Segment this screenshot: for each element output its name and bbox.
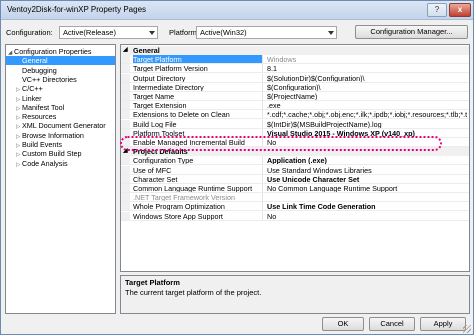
- property-row[interactable]: Use of MFC Use Standard Windows Libraries: [121, 165, 469, 175]
- property-row[interactable]: .NET Target Framework Version: [121, 193, 469, 203]
- resize-grip-icon[interactable]: [463, 325, 471, 333]
- tree-item[interactable]: VC++ Directories: [6, 75, 77, 84]
- chevron-down-icon: [149, 31, 155, 35]
- tree-item-label: Manifest Tool: [22, 102, 65, 112]
- dialog-buttons: OK Cancel Apply: [1, 315, 473, 335]
- ok-button[interactable]: OK: [322, 317, 364, 331]
- collapse-toggle-icon[interactable]: ◢: [123, 147, 128, 156]
- tree-item[interactable]: ▷ Linker: [6, 94, 42, 103]
- tree-item-label: C/C++: [22, 84, 43, 94]
- description-title: Target Platform: [125, 278, 180, 287]
- property-row[interactable]: Whole Program Optimization Use Link Time …: [121, 202, 469, 212]
- tree-item[interactable]: ▷ Browse Information: [6, 131, 84, 140]
- tree-item-label: Configuration Properties: [14, 47, 92, 56]
- tree-item-label: Debugging: [22, 65, 57, 75]
- title-bar: Ventoy2Disk-for-winXP Property Pages ? x: [1, 1, 473, 20]
- tree-item[interactable]: Debugging: [6, 66, 57, 75]
- tree-item-label: VC++ Directories: [22, 74, 77, 84]
- tree-item-label: Resources: [22, 112, 57, 122]
- close-button[interactable]: x: [449, 3, 471, 17]
- tree-item-label: XML Document Generator: [22, 121, 106, 131]
- platform-value: Active(Win32): [200, 28, 247, 37]
- tree-item[interactable]: ◢ Configuration Properties: [6, 47, 92, 56]
- platform-select[interactable]: Active(Win32): [196, 26, 337, 39]
- chevron-down-icon: [328, 31, 334, 35]
- category-label: General: [133, 46, 160, 55]
- property-row[interactable]: Output Directory $(SolutionDir)$(Configur…: [121, 73, 469, 83]
- tree-item-label: Code Analysis: [22, 158, 68, 168]
- property-row[interactable]: Target Extension .exe: [121, 101, 469, 111]
- property-row[interactable]: Extensions to Delete on Clean *.cdf;*.cac…: [121, 110, 469, 120]
- property-row[interactable]: Intermediate Directory $(Configuration)\: [121, 82, 469, 92]
- tree-item[interactable]: ▷ C/C++: [6, 84, 43, 93]
- apply-button[interactable]: Apply: [420, 317, 466, 331]
- description-pane: Target Platform The current target platf…: [120, 275, 470, 314]
- property-row[interactable]: Platform Toolset Visual Studio 2015 - Win…: [121, 128, 469, 138]
- tree-item[interactable]: ▷ Build Events: [6, 140, 62, 149]
- property-row[interactable]: Configuration Type Application (.exe): [121, 156, 469, 166]
- tree-item[interactable]: General: [6, 56, 115, 66]
- window-title: Ventoy2Disk-for-winXP Property Pages: [7, 5, 147, 14]
- property-row[interactable]: Build Log File $(IntDir)$(MSBuildProjectN…: [121, 119, 469, 129]
- property-row[interactable]: Target Platform Windows: [121, 55, 469, 65]
- tree-item-label: Linker: [22, 93, 42, 103]
- tree-item-label: Custom Build Step: [22, 149, 82, 159]
- category-label: Project Defaults: [133, 147, 188, 157]
- tree-item[interactable]: ▷ Custom Build Step: [6, 149, 82, 158]
- category-project-defaults[interactable]: ◢ Project Defaults: [121, 147, 469, 157]
- configuration-value: Active(Release): [63, 28, 116, 37]
- tree-item-label: General: [22, 56, 48, 66]
- row-divider: [121, 219, 469, 221]
- property-grid[interactable]: ◢ General Target Platform Windows Target Pla…: [120, 44, 470, 272]
- property-tree[interactable]: ◢ Configuration Properties General Debuggin…: [5, 44, 116, 314]
- cancel-button[interactable]: Cancel: [369, 317, 415, 331]
- configuration-bar: Configuration: Active(Release) Platform:…: [1, 21, 473, 43]
- tree-item-label: Browse Information: [22, 130, 84, 140]
- configuration-select[interactable]: Active(Release): [59, 26, 158, 39]
- property-row[interactable]: Common Language Runtime Support No Common…: [121, 184, 469, 193]
- tree-item[interactable]: ▷ Resources: [6, 112, 56, 121]
- property-row[interactable]: Character Set Use Unicode Character Set: [121, 174, 469, 184]
- description-text: The current target platform of the proje…: [125, 288, 262, 297]
- property-row[interactable]: Windows Store App Support No: [121, 211, 469, 221]
- tree-item[interactable]: ▷ XML Document Generator: [6, 121, 106, 130]
- category-general[interactable]: ◢ General: [121, 46, 469, 55]
- configuration-label: Configuration:: [6, 28, 53, 37]
- property-row[interactable]: Target Name $(ProjectName): [121, 92, 469, 101]
- property-row[interactable]: Enable Managed Incremental Build No: [121, 138, 469, 147]
- tree-item-label: Build Events: [22, 140, 62, 149]
- configuration-manager-button[interactable]: Configuration Manager...: [355, 25, 468, 39]
- property-row[interactable]: Target Platform Version 8.1: [121, 64, 469, 74]
- help-button[interactable]: ?: [427, 3, 447, 17]
- platform-label: Platform:: [169, 28, 200, 37]
- tree-item[interactable]: ▷ Manifest Tool: [6, 103, 64, 112]
- collapse-toggle-icon[interactable]: ◢: [123, 46, 128, 55]
- property-pages-window: Ventoy2Disk-for-winXP Property Pages ? x…: [0, 0, 474, 335]
- tree-item[interactable]: ▷ Code Analysis: [6, 159, 68, 168]
